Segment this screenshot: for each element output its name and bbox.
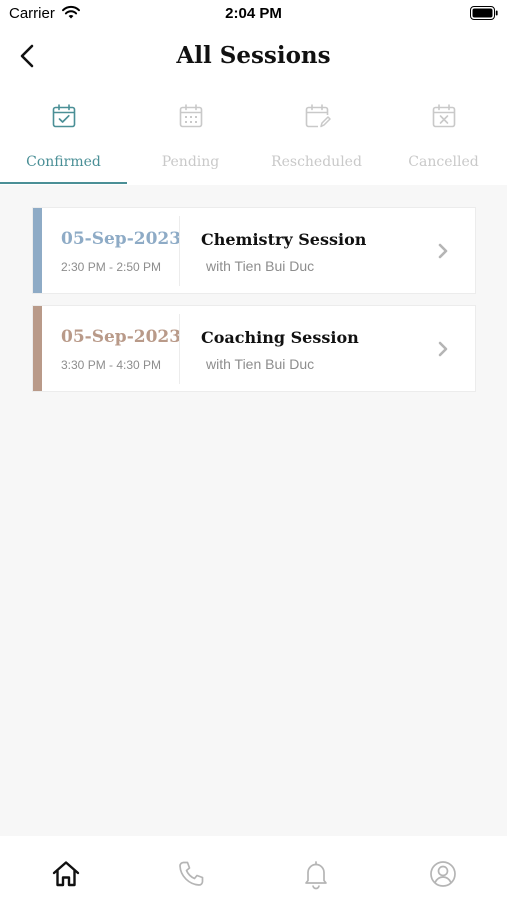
session-accent-stripe: [33, 208, 42, 293]
home-icon: [52, 861, 80, 887]
session-date: 05-Sep-2023: [61, 327, 182, 347]
battery-icon: [470, 6, 498, 25]
active-tab-indicator: [0, 182, 127, 184]
card-divider: [179, 216, 180, 286]
session-accent-stripe: [33, 306, 42, 391]
calendar-check-icon: [52, 104, 75, 128]
session-card[interactable]: 05-Sep-2023 3:30 PM - 4:30 PM Coaching S…: [32, 305, 476, 392]
tab-confirmed[interactable]: Confirmed: [0, 86, 127, 185]
tab-label: Confirmed: [26, 154, 101, 170]
session-card[interactable]: 05-Sep-2023 2:30 PM - 2:50 PM Chemistry …: [32, 207, 476, 294]
phone-icon: [179, 861, 204, 886]
session-time: 2:30 PM - 2:50 PM: [61, 260, 162, 274]
session-time: 3:30 PM - 4:30 PM: [61, 358, 162, 372]
tab-label: Cancelled: [408, 154, 479, 170]
status-bar: Carrier 2:04 PM: [0, 0, 507, 28]
nav-notifications[interactable]: [300, 858, 332, 890]
status-time: 2:04 PM: [225, 5, 282, 22]
header: All Sessions: [0, 28, 507, 86]
tab-label: Pending: [161, 154, 220, 170]
bell-icon: [305, 861, 327, 890]
calendar-x-icon: [432, 104, 455, 128]
session-list: 05-Sep-2023 2:30 PM - 2:50 PM Chemistry …: [32, 207, 476, 403]
chevron-right-icon: [438, 243, 448, 259]
tab-label: Rescheduled: [271, 154, 362, 170]
session-name: Coaching Session: [201, 328, 359, 347]
bottom-nav: [0, 836, 507, 900]
nav-calls[interactable]: [175, 858, 207, 890]
card-divider: [179, 314, 180, 384]
tab-rescheduled[interactable]: Rescheduled: [253, 86, 380, 185]
calendar-grid-icon: [179, 104, 202, 128]
page-title: All Sessions: [176, 42, 331, 69]
session-host: with Tien Bui Duc: [206, 356, 315, 372]
nav-profile[interactable]: [427, 858, 459, 890]
session-tabs: Confirmed Pending Rescheduled Cancelled: [0, 86, 507, 185]
nav-home[interactable]: [50, 858, 82, 890]
session-host: with Tien Bui Duc: [206, 258, 315, 274]
profile-icon: [430, 861, 456, 887]
tab-cancelled[interactable]: Cancelled: [380, 86, 507, 185]
chevron-right-icon: [438, 341, 448, 357]
session-date: 05-Sep-2023: [61, 229, 182, 249]
tab-pending[interactable]: Pending: [127, 86, 254, 185]
session-name: Chemistry Session: [201, 230, 367, 249]
calendar-edit-icon: [305, 104, 331, 128]
